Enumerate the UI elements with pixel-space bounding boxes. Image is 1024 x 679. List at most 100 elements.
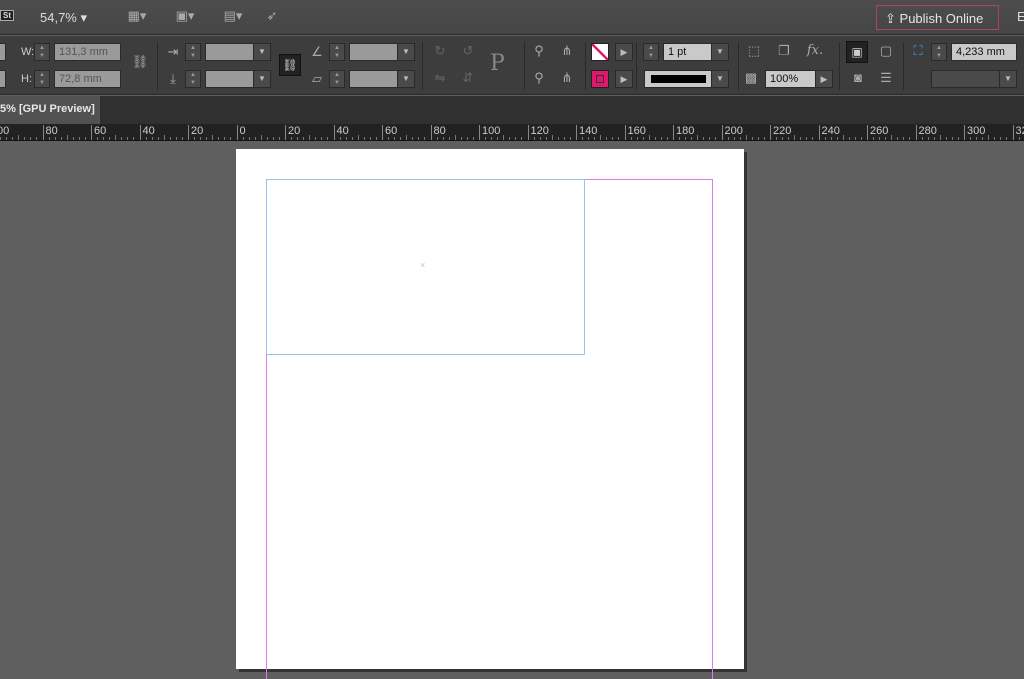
scale-x-stepper[interactable]: ▲▼ (185, 43, 201, 61)
scale-x-field[interactable] (205, 43, 255, 61)
wrap-options-dropdown[interactable] (931, 70, 1001, 88)
scale-y-field[interactable] (205, 70, 255, 88)
rotate-counterclockwise-icon[interactable]: ↺ (458, 43, 478, 59)
jump-object-icon[interactable]: ☰ (876, 70, 896, 86)
ruler-tick (588, 137, 589, 140)
essentials-workspace-menu[interactable]: E (1017, 9, 1024, 24)
height-stepper[interactable]: ▲▼ (34, 70, 50, 88)
shear-dropdown[interactable]: ▼ (397, 70, 415, 88)
zoom-level-dropdown[interactable]: 54,7% ▾ (40, 10, 87, 26)
rotation-stepper[interactable]: ▲▼ (329, 43, 345, 61)
ruler-tick (612, 137, 613, 140)
stroke-weight-dropdown[interactable]: ▼ (711, 43, 729, 61)
ruler-tick (1019, 137, 1020, 140)
ruler-tick (424, 137, 425, 140)
ruler-tick (303, 137, 304, 140)
wrap-bounding-box-icon[interactable]: ▢ (876, 43, 896, 59)
application-bar: St 54,7% ▾ ▦▾ ▣▾ ▤▾ ➶ ⇪ Publish Online E (0, 0, 1024, 35)
wrap-offset-field[interactable]: 4,233 mm (951, 43, 1017, 61)
adobe-stock-button[interactable]: St (0, 10, 14, 21)
horizontal-ruler[interactable]: 0080604020020406080100120140160180200220… (0, 124, 1024, 141)
ruler-tick (600, 135, 601, 140)
shear-angle-icon: ▱ (307, 71, 327, 87)
ruler-tick (364, 137, 365, 140)
fill-swatch-none[interactable] (591, 43, 609, 61)
ruler-tick (449, 137, 450, 140)
divider (157, 42, 158, 90)
height-field[interactable]: 72,8 mm (54, 70, 121, 88)
scale-x-dropdown[interactable]: ▼ (253, 43, 271, 61)
ruler-tick (61, 137, 62, 140)
ruler-tick (497, 137, 498, 140)
stroke-weight-stepper[interactable]: ▲▼ (643, 43, 659, 61)
select-container-icon[interactable]: ⚲ (529, 43, 549, 59)
ruler-tick (437, 137, 438, 140)
stroke-swatch-menu[interactable]: ▶ (615, 70, 633, 88)
ruler-tick (782, 137, 783, 140)
ruler-tick (849, 137, 850, 140)
wrap-object-shape-icon[interactable]: ◙ (848, 70, 868, 85)
frame-fitting-icon[interactable]: ⬚ (744, 43, 764, 59)
shear-field[interactable] (349, 70, 399, 88)
scale-y-dropdown[interactable]: ▼ (253, 70, 271, 88)
ruler-tick (18, 135, 19, 140)
stroke-type-arrow[interactable]: ▼ (711, 70, 729, 88)
view-options-icon[interactable]: ▦▾ (122, 8, 152, 24)
ruler-tick (946, 137, 947, 140)
ruler-tick (534, 137, 535, 140)
width-field[interactable]: 131,3 mm (54, 43, 121, 61)
ruler-label: 00 (0, 125, 9, 140)
x-field[interactable] (0, 43, 6, 61)
stroke-weight-field[interactable]: 1 pt (663, 43, 713, 61)
publish-online-button[interactable]: ⇪ Publish Online (876, 5, 999, 30)
stroke-swatch[interactable] (591, 70, 609, 88)
select-next-object-icon[interactable]: ⋔ (557, 70, 577, 86)
ruler-tick (85, 137, 86, 140)
rotation-field[interactable] (349, 43, 399, 61)
constrain-proportions-icon[interactable]: ⛓ (130, 54, 150, 70)
flip-horizontal-icon[interactable]: ⇋ (430, 70, 450, 86)
ruler-tick (800, 137, 801, 140)
ruler-tick (891, 135, 892, 140)
wrap-options-arrow[interactable]: ▼ (999, 70, 1017, 88)
ruler-tick (412, 137, 413, 140)
wrap-offset-stepper[interactable]: ▲▼ (931, 43, 947, 61)
select-previous-object-icon[interactable]: ⋔ (557, 43, 577, 59)
ruler-tick (158, 137, 159, 140)
effects-fx-icon[interactable]: fx. (805, 43, 825, 58)
scale-y-stepper[interactable]: ▲▼ (185, 70, 201, 88)
fill-swatch-menu[interactable]: ▶ (615, 43, 633, 61)
ruler-tick (127, 137, 128, 140)
ruler-tick (12, 137, 13, 140)
ruler-tick (928, 137, 929, 140)
ruler-tick (594, 137, 595, 140)
arrange-documents-icon[interactable]: ▤▾ (218, 8, 248, 24)
opacity-menu[interactable]: ▶ (815, 70, 833, 88)
constrain-scale-toggle[interactable]: ⛓ (279, 54, 301, 76)
rotate-clockwise-icon[interactable]: ↻ (430, 43, 450, 59)
screen-mode-icon[interactable]: ▣▾ (170, 8, 200, 24)
ruler-tick (109, 137, 110, 140)
ruler-tick (643, 137, 644, 140)
document-tab[interactable]: 5% [GPU Preview] (0, 96, 100, 124)
ruler-tick (327, 137, 328, 140)
stroke-type-dropdown[interactable] (644, 70, 713, 88)
shear-stepper[interactable]: ▲▼ (329, 70, 345, 88)
flip-vertical-icon[interactable]: ⇵ (458, 70, 478, 86)
drop-shadow-icon[interactable]: ❐ (774, 43, 794, 59)
ruler-tick (176, 137, 177, 140)
reference-point-indicator[interactable]: P (490, 51, 505, 76)
ruler-tick (79, 137, 80, 140)
ruler-tick (758, 137, 759, 140)
width-stepper[interactable]: ▲▼ (34, 43, 50, 61)
opacity-field[interactable]: 100% (765, 70, 817, 88)
gpu-performance-icon[interactable]: ➶ (262, 8, 282, 24)
ruler-tick (170, 137, 171, 140)
stroke-type-preview (651, 75, 706, 83)
wrap-none-toggle[interactable]: ▣ (846, 41, 868, 63)
select-content-icon[interactable]: ⚲ (529, 70, 549, 86)
ruler-tick (400, 137, 401, 140)
y-field[interactable] (0, 70, 6, 88)
selected-frame[interactable] (266, 179, 585, 355)
rotation-dropdown[interactable]: ▼ (397, 43, 415, 61)
